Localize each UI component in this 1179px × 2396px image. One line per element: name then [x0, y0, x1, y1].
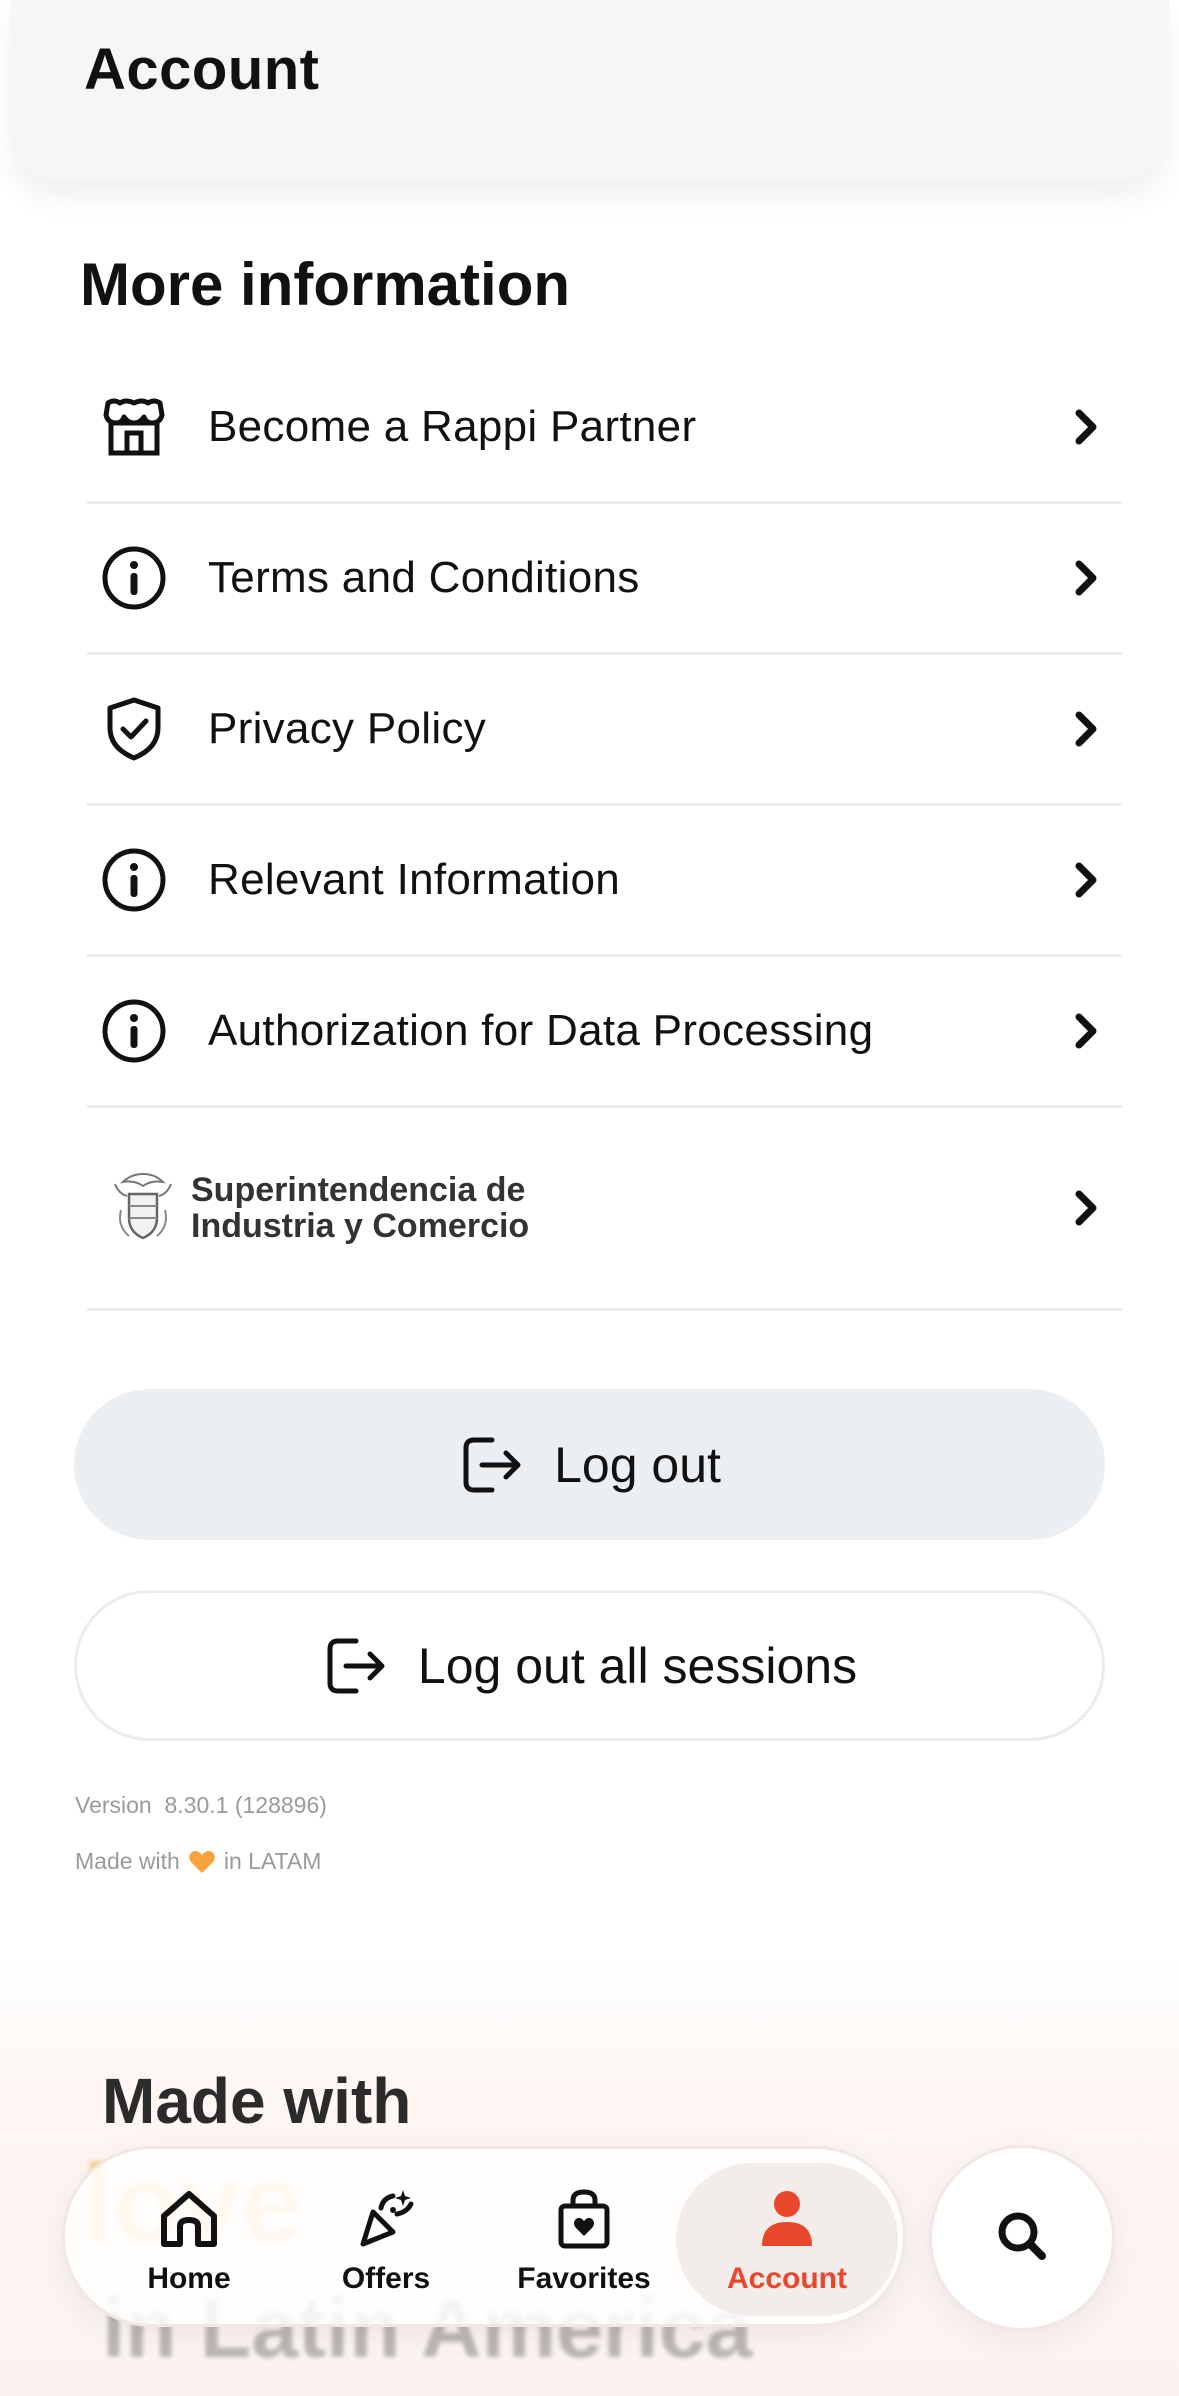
chevron-right-icon [1068, 1186, 1104, 1230]
version-label: Version [75, 1792, 152, 1818]
menu-item-terms[interactable]: Terms and Conditions [87, 504, 1122, 655]
more-info-list: Become a Rappi Partner Terms and Conditi… [87, 353, 1122, 1311]
menu-item-label: Relevant Information [208, 855, 620, 904]
user-icon [752, 2184, 822, 2254]
chevron-right-icon [1068, 405, 1104, 449]
info-icon [99, 845, 169, 915]
shield-icon [99, 694, 169, 764]
info-icon [99, 996, 169, 1066]
logout-all-label: Log out all sessions [417, 1637, 858, 1694]
menu-item-label: Privacy Policy [208, 704, 487, 753]
menu-item-sic[interactable]: Superintendencia de Industria y Comercio [87, 1108, 1122, 1311]
search-button[interactable] [929, 2145, 1115, 2331]
promo-line-1: Made with [102, 2065, 412, 2137]
sic-name: Superintendencia de Industria y Comercio [191, 1172, 529, 1244]
tab-label: Favorites [517, 2261, 651, 2295]
search-icon [994, 2208, 1050, 2269]
heart-icon [188, 1849, 216, 1875]
store-icon [99, 392, 169, 462]
version-text: Version 8.30.1 (128896) [75, 1792, 327, 1819]
logout-icon [322, 1631, 392, 1701]
tab-label: Offers [341, 2261, 431, 2295]
menu-item-relevant-info[interactable]: Relevant Information [87, 806, 1122, 957]
menu-item-privacy[interactable]: Privacy Policy [87, 655, 1122, 806]
info-icon [99, 543, 169, 613]
tab-favorites[interactable]: Favorites [484, 2163, 684, 2316]
version-number: 8.30.1 (128896) [164, 1792, 327, 1818]
tab-home[interactable]: Home [89, 2163, 289, 2316]
logout-button[interactable]: Log out [74, 1389, 1105, 1540]
chevron-right-icon [1068, 556, 1104, 600]
chevron-right-icon [1068, 1009, 1104, 1053]
made-with-text: Made with in LATAM [75, 1848, 321, 1875]
tab-account[interactable]: Account [676, 2163, 898, 2316]
menu-item-label: Terms and Conditions [208, 553, 640, 602]
bottom-tab-bar: Home Offers Favorites Account [62, 2146, 906, 2327]
section-title: More information [80, 251, 570, 318]
made-suffix: in LATAM [223, 1848, 322, 1874]
sic-logo: Superintendencia de Industria y Comercio [109, 1170, 529, 1246]
sic-line-1: Superintendencia de [191, 1171, 526, 1209]
chevron-right-icon [1068, 858, 1104, 902]
logout-all-sessions-button[interactable]: Log out all sessions [74, 1590, 1105, 1741]
logout-label: Log out [554, 1436, 721, 1493]
header: Account [10, 0, 1169, 180]
menu-item-label: Authorization for Data Processing [208, 1006, 874, 1055]
tab-label: Home [147, 2261, 231, 2295]
made-prefix: Made with [75, 1848, 180, 1874]
menu-item-data-processing[interactable]: Authorization for Data Processing [87, 957, 1122, 1108]
tab-offers[interactable]: Offers [286, 2163, 486, 2316]
account-screen: Account More information Become a Rappi … [0, 0, 1179, 2396]
sic-line-2: Industria y Comercio [191, 1207, 530, 1245]
tab-label: Account [727, 2261, 847, 2295]
party-icon [351, 2184, 421, 2254]
shopping-bag-heart-icon [549, 2184, 619, 2254]
home-icon [154, 2184, 224, 2254]
coat-of-arms-icon [114, 1172, 172, 1240]
chevron-right-icon [1068, 707, 1104, 751]
menu-item-label: Become a Rappi Partner [208, 402, 697, 451]
logout-icon [458, 1430, 528, 1500]
menu-item-become-partner[interactable]: Become a Rappi Partner [87, 353, 1122, 504]
page-title: Account [84, 37, 320, 102]
